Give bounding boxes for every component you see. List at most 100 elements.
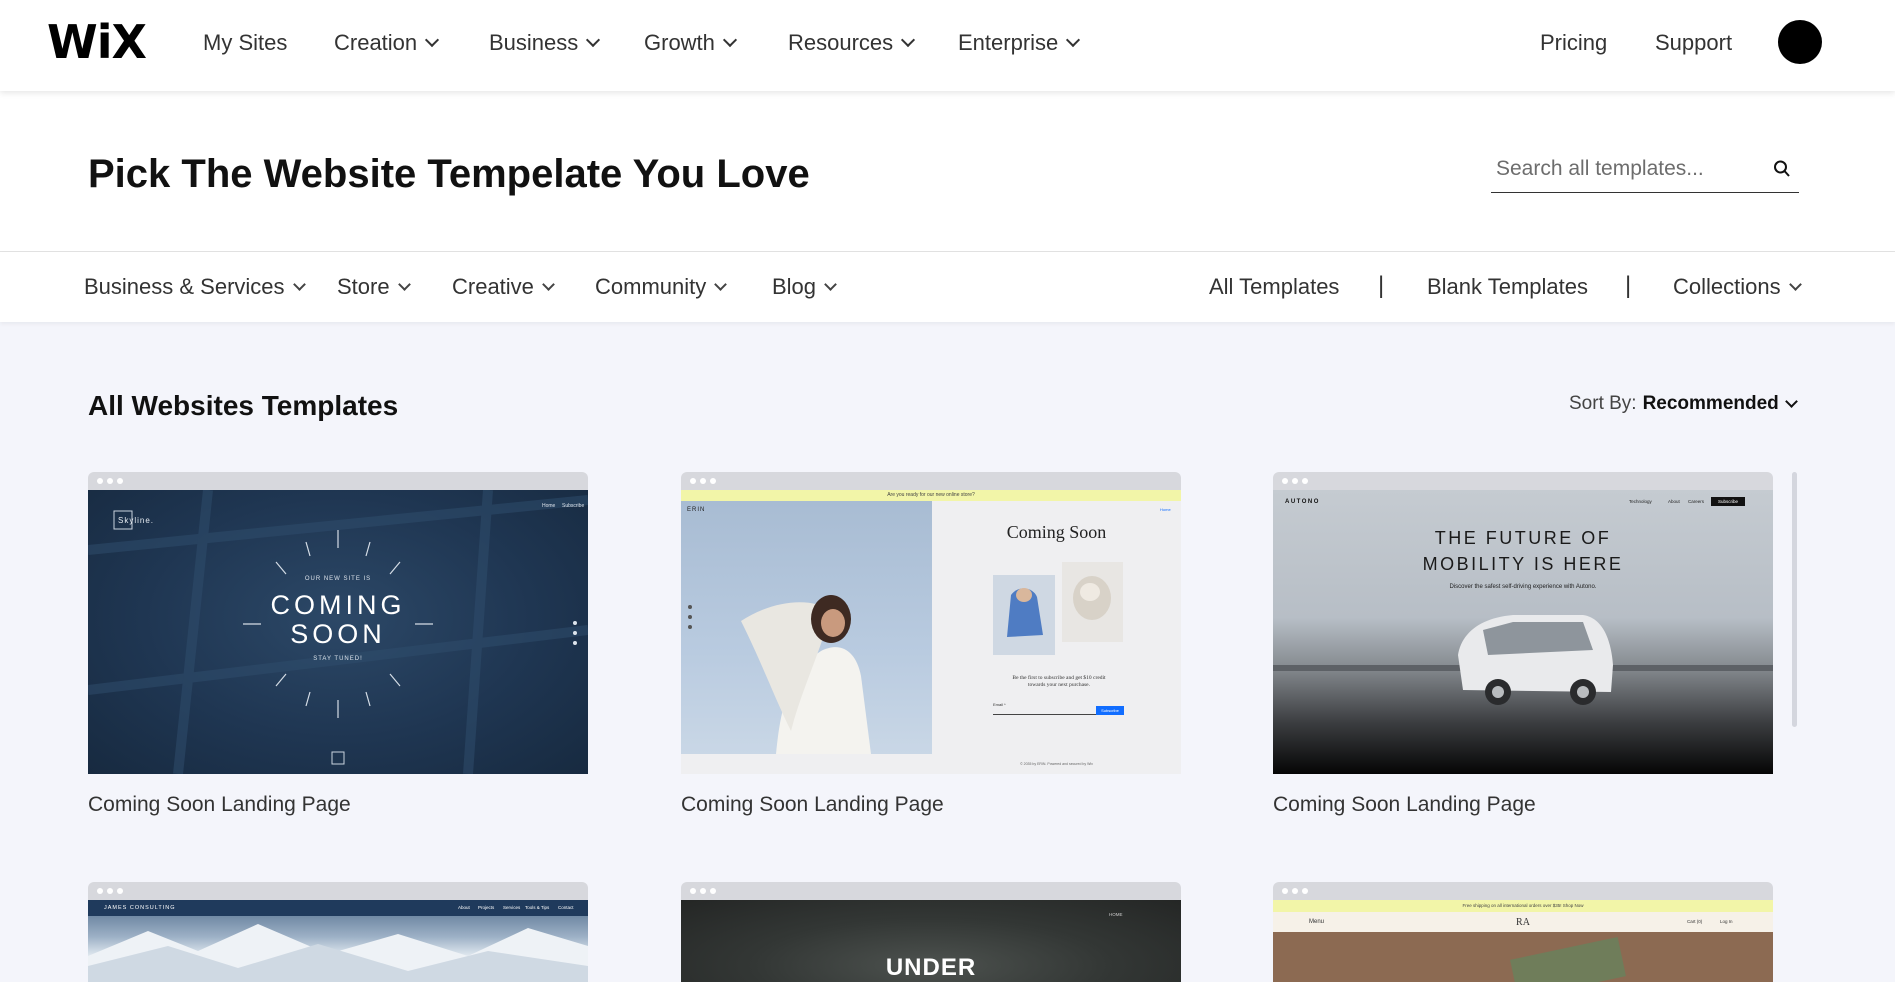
preview-banner: Are you ready for our new online store?: [681, 490, 1181, 501]
nav-label: My Sites: [203, 30, 288, 55]
chevron-down-icon: [425, 32, 440, 48]
template-card: AUTONO Technology About Careers Subscrib…: [1273, 472, 1773, 818]
chevron-down-icon: [397, 277, 411, 291]
category-label: Store: [337, 274, 390, 299]
nav-label: Creation: [334, 30, 418, 55]
preview-nav: About: [458, 905, 470, 910]
nav-label: Business: [489, 30, 579, 55]
avatar[interactable]: [1778, 20, 1822, 64]
preview-nav: HOME: [1109, 912, 1123, 917]
chevron-down-icon: [722, 32, 737, 48]
preview-headline: Coming Soon: [1006, 522, 1107, 542]
nav-label: Support: [1655, 30, 1733, 55]
preview-nav: Projects: [478, 905, 495, 910]
nav-label: Resources: [788, 30, 894, 55]
preview-nav: Tools & Tips: [525, 905, 550, 910]
divider: |: [1378, 272, 1385, 299]
nav-growth[interactable]: Growth: [644, 29, 737, 57]
preview-headline: SOON: [290, 619, 386, 649]
product-photo-1: [993, 575, 1055, 655]
template-title[interactable]: Coming Soon Landing Page: [1273, 792, 1773, 818]
preview-screen: Skyline. Home Subscribe OUR NEW SITE IS …: [88, 490, 588, 774]
section-title: All Websites Templates: [88, 390, 399, 421]
category-business-services[interactable]: Business & Services: [84, 274, 306, 300]
preview-blurb: Be the first to subscribe and get $10 cr…: [1012, 675, 1106, 688]
blank-templates-link[interactable]: Blank Templates: [1427, 274, 1588, 300]
all-templates-link[interactable]: All Templates: [1209, 274, 1339, 300]
browser-dots: [97, 888, 123, 894]
wix-logo[interactable]: WiX: [47, 18, 147, 66]
template-title[interactable]: Coming Soon Landing Page: [88, 792, 588, 818]
template-preview[interactable]: Free shipping on all international order…: [1273, 882, 1773, 982]
category-label: Blank Templates: [1427, 274, 1589, 299]
chevron-down-icon: [1066, 32, 1081, 48]
template-card: HOME UNDER: [681, 882, 1181, 982]
template-preview[interactable]: Are you ready for our new online store? …: [681, 472, 1181, 774]
preview-headline: UNDER: [885, 954, 977, 981]
category-blog[interactable]: Blog: [772, 274, 837, 300]
product-photo-2: [1062, 562, 1123, 642]
preview-brand: AUTONO: [1285, 499, 1320, 505]
chevron-down-icon: [292, 277, 306, 291]
category-label: Blog: [772, 274, 817, 299]
nav-my-sites[interactable]: My Sites: [203, 29, 287, 57]
search-icon[interactable]: [1773, 158, 1791, 180]
sort-value: Recommended: [1642, 393, 1779, 414]
preview-cart: Cart (0): [1687, 919, 1703, 924]
preview-screen: AUTONO Technology About Careers Subscrib…: [1273, 490, 1773, 774]
preview-headline: THE FUTURE OF: [1434, 528, 1612, 548]
chevron-down-icon: [586, 32, 601, 48]
chevron-down-icon: [714, 277, 728, 291]
preview-brand: ERIN: [687, 507, 706, 513]
nav-support[interactable]: Support: [1655, 29, 1732, 57]
preview-email-label: Email *: [993, 702, 1006, 707]
chevron-down-icon: [1784, 394, 1798, 408]
chevron-down-icon: [901, 32, 916, 48]
browser-dots: [1282, 478, 1308, 484]
collections-dropdown[interactable]: Collections: [1673, 274, 1802, 300]
template-preview[interactable]: AUTONO Technology About Careers Subscrib…: [1273, 472, 1773, 774]
browser-dots: [1282, 888, 1308, 894]
preview-nav: About: [1668, 499, 1680, 504]
preview-banner: Free shipping on all international order…: [1273, 900, 1773, 912]
preview-screen: JAMES CONSULTING About Projects Services…: [88, 900, 588, 982]
browser-dots: [690, 478, 716, 484]
nav-label: Enterprise: [958, 30, 1059, 55]
search-box: [1491, 150, 1799, 193]
browser-dots: [690, 888, 716, 894]
search-input[interactable]: [1496, 152, 1756, 186]
preview-nav: Services: [503, 905, 521, 910]
category-label: Business & Services: [84, 274, 285, 299]
preview-subscribe-button: Subscribe: [1711, 497, 1745, 506]
template-card: JAMES CONSULTING About Projects Services…: [88, 882, 588, 982]
preview-nav: Subscribe: [562, 503, 585, 509]
template-preview[interactable]: HOME UNDER: [681, 882, 1181, 982]
category-creative[interactable]: Creative: [452, 274, 555, 300]
category-label: Creative: [452, 274, 534, 299]
scrollbar[interactable]: [1792, 472, 1797, 727]
nav-label: Pricing: [1540, 30, 1608, 55]
template-title[interactable]: Coming Soon Landing Page: [681, 792, 1181, 818]
nav-label: Growth: [644, 30, 715, 55]
category-store[interactable]: Store: [337, 274, 411, 300]
page-title: Pick The Website Tempelate You Love: [88, 152, 810, 196]
category-community[interactable]: Community: [595, 274, 728, 300]
sort-dropdown[interactable]: Sort By: Recommended: [1569, 393, 1798, 415]
preview-email-line: [993, 714, 1096, 715]
template-preview[interactable]: JAMES CONSULTING About Projects Services…: [88, 882, 588, 982]
nav-enterprise[interactable]: Enterprise: [958, 29, 1081, 57]
sort-label: Sort By:: [1569, 393, 1637, 414]
nav-pricing[interactable]: Pricing: [1540, 29, 1607, 57]
template-preview[interactable]: Skyline. Home Subscribe OUR NEW SITE IS …: [88, 472, 588, 774]
chevron-down-icon: [824, 277, 837, 291]
nav-resources[interactable]: Resources: [788, 29, 916, 57]
car-graphic: [1458, 615, 1613, 705]
preview-headline: COMING: [270, 590, 406, 620]
nav-business[interactable]: Business: [489, 29, 601, 57]
preview-screen: Free shipping on all international order…: [1273, 900, 1773, 982]
category-label: Collections: [1673, 274, 1781, 299]
template-card: Skyline. Home Subscribe OUR NEW SITE IS …: [88, 472, 588, 818]
nav-creation[interactable]: Creation: [334, 29, 440, 57]
preview-screen: Are you ready for our new online store? …: [681, 490, 1181, 774]
preview-footer: © 2035 by ERIN. Powered and secured by W…: [1020, 762, 1093, 766]
